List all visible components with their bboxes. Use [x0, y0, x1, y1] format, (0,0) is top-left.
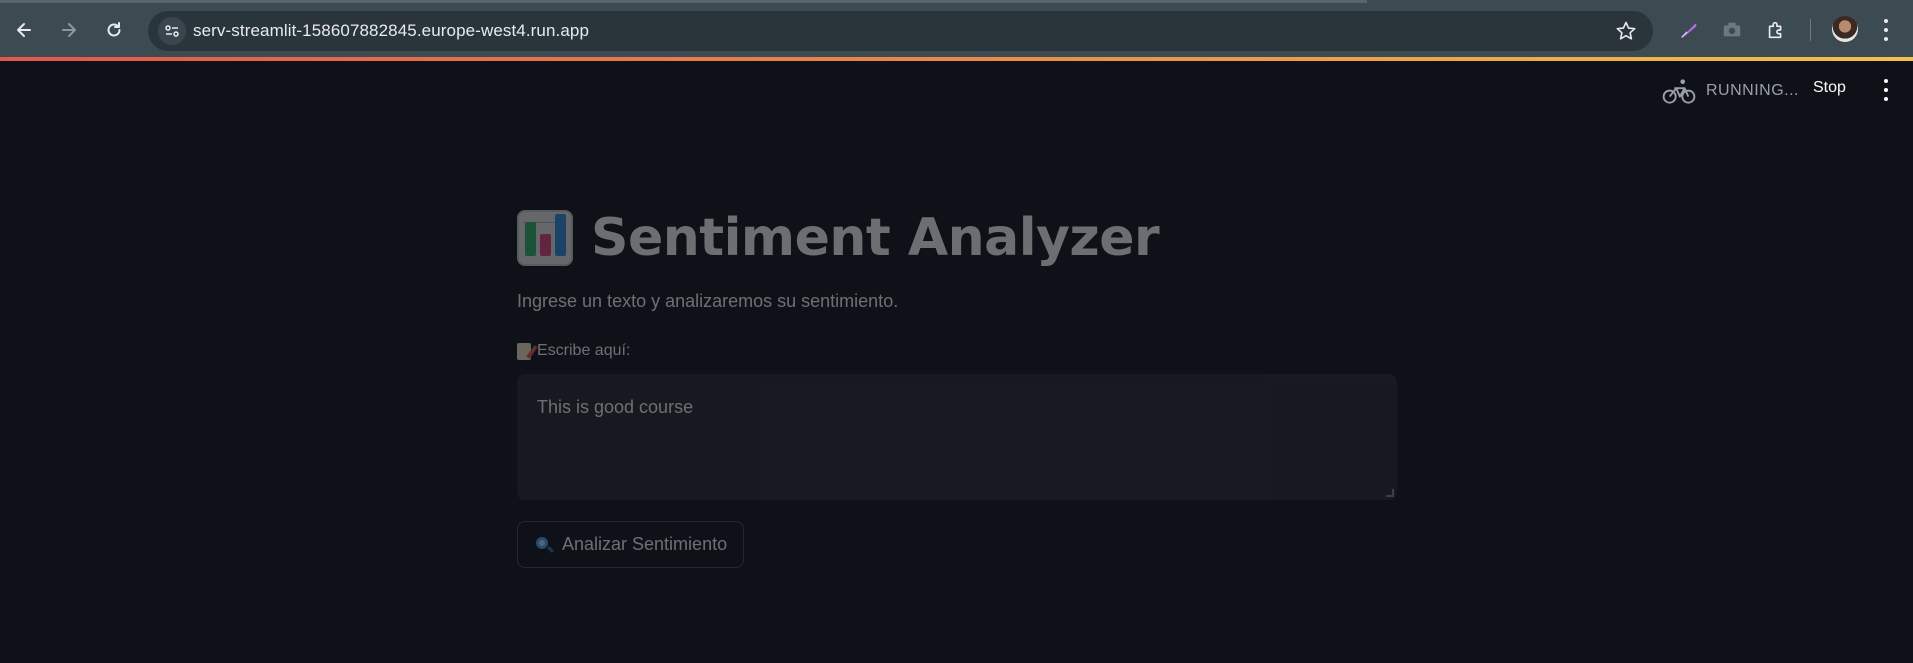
- resize-handle[interactable]: [1386, 489, 1394, 497]
- memo-icon: [517, 342, 531, 360]
- stop-button[interactable]: Stop: [1813, 79, 1846, 97]
- input-label-text: Escribe aquí:: [537, 342, 631, 359]
- bicycle-icon: [1662, 79, 1696, 104]
- tab-strip: [0, 0, 1367, 3]
- profile-avatar[interactable]: [1832, 16, 1858, 42]
- magnifier-icon: [534, 535, 555, 555]
- title-row: Sentiment Analyzer: [517, 200, 1397, 276]
- browser-toolbar: serv-streamlit-158607882845.europe-west4…: [0, 0, 1913, 60]
- input-label: Escribe aquí:: [517, 342, 1397, 360]
- streamlit-header: RUNNING... Stop: [0, 61, 1913, 119]
- bar-chart-icon: [517, 210, 573, 266]
- analyze-button-label: Analizar Sentimiento: [562, 534, 728, 554]
- bookmark-star-icon[interactable]: [1615, 20, 1637, 42]
- toolbar-divider: [1810, 19, 1811, 41]
- address-bar[interactable]: serv-streamlit-158607882845.europe-west4…: [148, 11, 1653, 51]
- camera-extension-icon[interactable]: [1719, 17, 1745, 43]
- chrome-menu-icon[interactable]: [1880, 19, 1892, 41]
- url-text[interactable]: serv-streamlit-158607882845.europe-west4…: [193, 21, 589, 41]
- back-icon[interactable]: [8, 14, 40, 46]
- page-subtitle: Ingrese un texto y analizaremos su senti…: [517, 291, 899, 311]
- text-input-area[interactable]: This is good course: [517, 374, 1397, 500]
- analyze-sentiment-button[interactable]: Analizar Sentimiento: [517, 521, 745, 568]
- page-title: Sentiment Analyzer: [591, 208, 1160, 268]
- running-label: RUNNING...: [1706, 82, 1799, 99]
- forward-icon[interactable]: [53, 14, 85, 46]
- running-status: RUNNING...: [1662, 77, 1799, 105]
- site-info-icon[interactable]: [158, 17, 186, 45]
- feather-extension-icon[interactable]: [1676, 17, 1702, 43]
- extensions-puzzle-icon[interactable]: [1763, 17, 1789, 43]
- app-main: Sentiment Analyzer Ingrese un texto y an…: [517, 200, 1397, 568]
- text-input-value[interactable]: This is good course: [537, 397, 693, 417]
- reload-icon[interactable]: [98, 14, 130, 46]
- app-menu-icon[interactable]: [1880, 79, 1892, 101]
